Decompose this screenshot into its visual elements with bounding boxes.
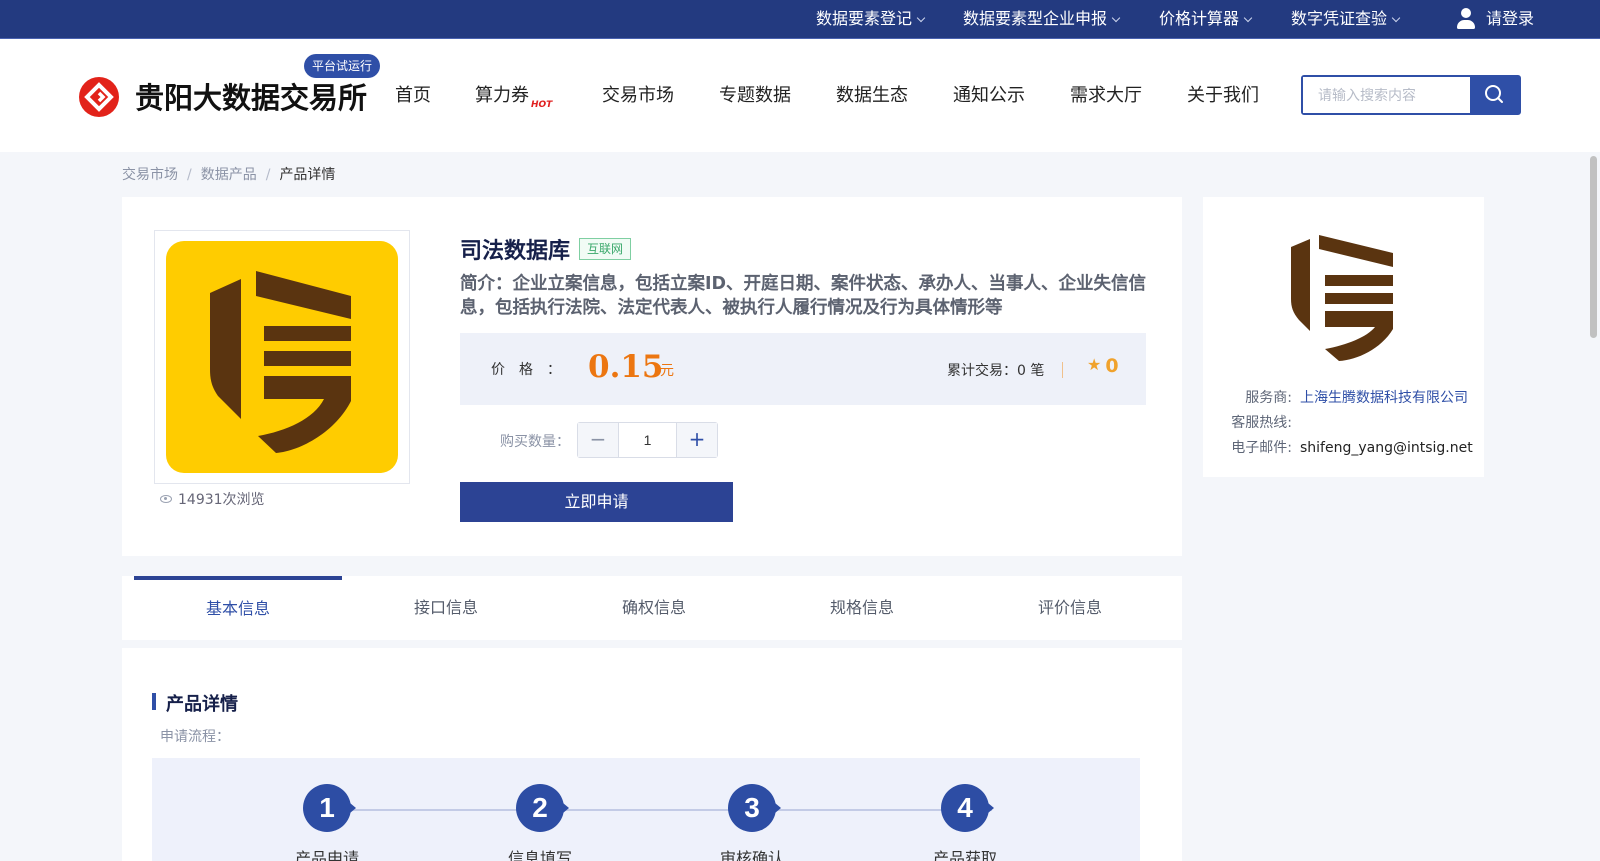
step-number-1: 1 xyxy=(303,784,356,832)
hotline-label: 客服热线: xyxy=(1231,415,1292,431)
search-icon xyxy=(1485,85,1503,103)
user-icon xyxy=(1454,6,1478,30)
platform-beta-badge: 平台试运行 xyxy=(304,54,381,78)
nav-about-us[interactable]: 关于我们 xyxy=(1187,81,1259,107)
nav-trading-market[interactable]: 交易市场 xyxy=(602,81,674,107)
service-provider-link[interactable]: 上海生腾数据科技有限公司 xyxy=(1300,390,1468,406)
section-title: 产品详情 xyxy=(166,694,238,715)
tab-review-info[interactable]: 评价信息 xyxy=(966,576,1174,640)
product-image xyxy=(166,241,398,473)
email-label: 电子邮件: xyxy=(1231,440,1292,456)
product-card: 14931次浏览 司法数据库 互联网 简介：企业立案信息，包括立案ID、开庭日期… xyxy=(122,197,1182,556)
quantity-decrease-button[interactable]: − xyxy=(578,423,619,457)
price-value: 0.15 xyxy=(588,349,664,385)
step-number-3: 3 xyxy=(728,784,781,832)
nav-topic-data[interactable]: 专题数据 xyxy=(719,81,791,107)
page-scrollbar[interactable] xyxy=(1587,152,1600,861)
breadcrumb-current: 产品详情 xyxy=(279,167,336,183)
search-input[interactable] xyxy=(1303,77,1471,113)
step-label-4: 产品获取 xyxy=(932,849,997,861)
nav-demand-hall[interactable]: 需求大厅 xyxy=(1070,81,1142,107)
section-accent-bar xyxy=(152,693,156,710)
tab-api-info[interactable]: 接口信息 xyxy=(342,576,550,640)
login-link[interactable]: 请登录 xyxy=(1454,0,1534,38)
chevron-down-icon xyxy=(1391,13,1401,23)
site-title[interactable]: 贵阳大数据交易所 xyxy=(135,75,367,117)
top-menu-label: 数据要素型企业申报 xyxy=(963,9,1108,28)
top-menu-label: 价格计算器 xyxy=(1159,9,1240,28)
chevron-down-icon xyxy=(1111,13,1121,23)
search-box xyxy=(1301,75,1521,115)
rating-value: 0 xyxy=(1105,355,1119,377)
chevron-down-icon xyxy=(1243,13,1253,23)
provider-logo-icon[interactable] xyxy=(1287,233,1397,361)
top-menu-label: 数字凭证查验 xyxy=(1291,9,1388,28)
site-header: 贵阳大数据交易所 平台试运行 首页 算力券 HOT 交易市场 专题数据 数据生态 … xyxy=(0,39,1600,152)
breadcrumb-separator: / xyxy=(265,167,271,183)
step-number-2: 2 xyxy=(516,784,569,832)
hot-badge: HOT xyxy=(531,100,553,110)
breadcrumb-separator: / xyxy=(187,167,192,183)
provider-card: 服务商: 上海生腾数据科技有限公司 客服热线: 电子邮件: shifeng_yang… xyxy=(1203,197,1484,477)
detail-tabs: 基本信息 接口信息 确权信息 规格信息 评价信息 xyxy=(122,576,1182,640)
price-unit: 元 xyxy=(660,363,674,379)
application-flow-label: 申请流程： xyxy=(160,729,230,745)
breadcrumb: 交易市场 / 数据产品 / 产品详情 xyxy=(122,164,335,184)
product-description: 简介：企业立案信息，包括立案ID、开庭日期、案件状态、承办人、当事人、企业失信信… xyxy=(460,274,1147,318)
step-label-1: 产品申请 xyxy=(294,849,359,861)
trade-count: 累计交易：0 笔 xyxy=(947,363,1045,379)
price-panel: 价格： 0.15 元 累计交易：0 笔 ★ 0 xyxy=(460,333,1146,405)
provider-email-row: 电子邮件: shifeng_yang@intsig.net xyxy=(1224,437,1473,457)
tab-spec-info[interactable]: 规格信息 xyxy=(758,576,966,640)
nav-notices[interactable]: 通知公示 xyxy=(953,81,1025,107)
nav-label: 算力券 xyxy=(475,85,529,106)
scrollbar-thumb[interactable] xyxy=(1590,156,1597,338)
quantity-label: 购买数量： xyxy=(500,434,570,450)
tab-basic-info[interactable]: 基本信息 xyxy=(134,576,342,640)
top-menu-label: 数据要素登记 xyxy=(816,9,913,28)
step-label-2: 信息填写 xyxy=(507,849,572,861)
rating: ★ 0 xyxy=(1087,355,1119,377)
nav-compute-voucher[interactable]: 算力券 HOT xyxy=(475,81,552,110)
top-menu-data-registration[interactable]: 数据要素登记 xyxy=(816,0,926,38)
quantity-input[interactable] xyxy=(619,423,676,457)
step-number-4: 4 xyxy=(941,784,994,832)
application-flow: 1 2 3 4 产品申请 信息填写 审核确认 产品获取 xyxy=(152,758,1140,861)
top-bar: 数据要素登记 数据要素型企业申报 价格计算器 数字凭证查验 请登录 xyxy=(0,0,1600,39)
divider xyxy=(1062,362,1063,378)
provider-hotline-row: 客服热线: xyxy=(1224,412,1300,432)
product-title: 司法数据库 xyxy=(460,239,571,264)
credit-shield-icon xyxy=(210,271,351,453)
top-menu-certificate-check[interactable]: 数字凭证查验 xyxy=(1291,0,1401,38)
quantity-stepper: − + xyxy=(577,422,718,458)
flow-connector xyxy=(352,809,992,811)
step-label-3: 审核确认 xyxy=(719,849,784,861)
price-label: 价格： xyxy=(491,362,575,378)
nav-home[interactable]: 首页 xyxy=(395,81,431,107)
tab-ownership-info[interactable]: 确权信息 xyxy=(550,576,758,640)
star-icon: ★ xyxy=(1087,355,1102,374)
top-menu-enterprise-report[interactable]: 数据要素型企业申报 xyxy=(963,0,1121,38)
quantity-increase-button[interactable]: + xyxy=(676,423,717,457)
top-menu-price-calculator[interactable]: 价格计算器 xyxy=(1159,0,1253,38)
search-button[interactable] xyxy=(1470,77,1519,113)
service-label: 服务商: xyxy=(1245,390,1292,406)
site-logo-icon[interactable] xyxy=(78,76,120,118)
login-label: 请登录 xyxy=(1486,9,1535,28)
breadcrumb-trading-market[interactable]: 交易市场 xyxy=(122,167,178,183)
eye-icon xyxy=(160,495,172,503)
apply-now-button[interactable]: 立即申请 xyxy=(460,482,733,522)
view-count-text: 14931次浏览 xyxy=(178,492,265,508)
product-detail-section: 产品详情 申请流程： 1 2 3 4 产品申请 信息填写 审核确认 产品获取 xyxy=(122,648,1182,861)
provider-service-row: 服务商: 上海生腾数据科技有限公司 xyxy=(1224,387,1468,407)
product-image-frame xyxy=(154,230,410,484)
nav-data-ecosystem[interactable]: 数据生态 xyxy=(836,81,908,107)
chevron-down-icon xyxy=(916,13,926,23)
breadcrumb-data-products[interactable]: 数据产品 xyxy=(201,167,257,183)
email-value: shifeng_yang@intsig.net xyxy=(1300,440,1473,456)
product-category-tag: 互联网 xyxy=(579,238,632,260)
view-count: 14931次浏览 xyxy=(160,489,265,509)
